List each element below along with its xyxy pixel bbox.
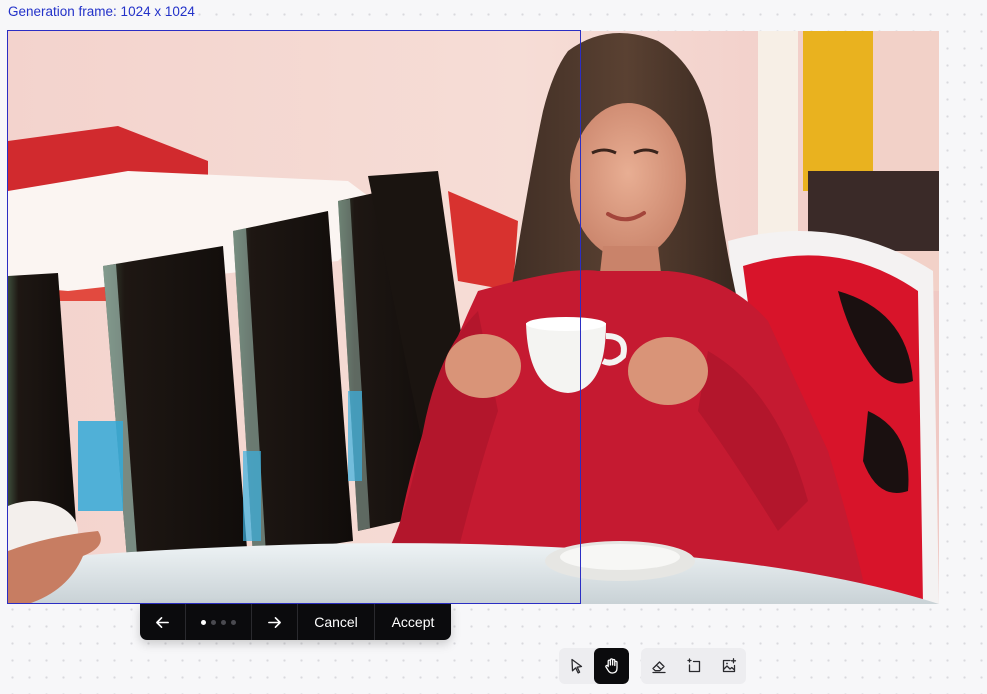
select-tool-button[interactable] <box>559 648 594 684</box>
previous-variant-button[interactable] <box>140 604 186 640</box>
upload-image-tool-button[interactable] <box>711 648 746 684</box>
accept-button[interactable]: Accept <box>375 604 451 640</box>
next-variant-button[interactable] <box>252 604 298 640</box>
variant-dot-2[interactable] <box>211 619 216 625</box>
pointer-arrow-icon <box>570 658 582 674</box>
hand-icon <box>604 658 618 674</box>
arrow-right-icon <box>268 616 281 628</box>
variant-dot-1[interactable] <box>201 619 206 625</box>
variant-dot-4[interactable] <box>231 619 236 625</box>
erase-tool-button[interactable] <box>641 648 676 684</box>
eraser-icon <box>651 661 666 674</box>
add-image-icon <box>722 658 736 673</box>
variant-dot-3[interactable] <box>221 619 226 625</box>
generated-image-illustration <box>8 31 939 604</box>
cancel-button[interactable]: Cancel <box>298 604 375 640</box>
generation-frame-label: Generation frame: 1024 x 1024 <box>8 4 195 19</box>
arrow-left-icon <box>156 616 169 628</box>
variant-toolbar: Cancel Accept <box>140 604 451 640</box>
frame-tool-button[interactable] <box>676 648 711 684</box>
tool-dock <box>559 648 746 684</box>
add-frame-icon <box>686 658 700 673</box>
generated-image[interactable] <box>8 31 939 604</box>
variant-pagination-dots <box>186 604 252 640</box>
pan-tool-button[interactable] <box>594 648 629 684</box>
editing-tool-group <box>641 648 746 684</box>
navigation-tool-group <box>559 648 629 684</box>
